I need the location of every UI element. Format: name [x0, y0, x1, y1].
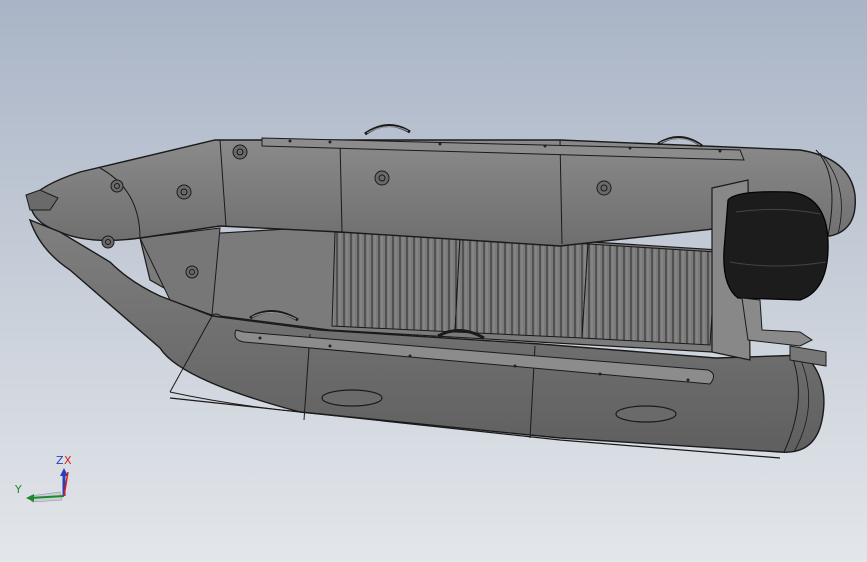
graphics-viewport[interactable]: Z X Y: [0, 0, 867, 562]
boat-model[interactable]: [0, 0, 867, 562]
grip-starboard-1: [321, 389, 383, 407]
floorboard-section-2: [454, 237, 589, 339]
y-axis-label: Y: [15, 483, 22, 496]
coordinate-triad: Z X Y: [12, 452, 80, 512]
z-axis-label: Z: [56, 454, 64, 467]
x-axis-label: X: [64, 454, 72, 467]
floorboard-section-1: [331, 231, 461, 333]
grip-starboard-2: [615, 405, 677, 423]
floorboard-section-3: [581, 243, 717, 346]
